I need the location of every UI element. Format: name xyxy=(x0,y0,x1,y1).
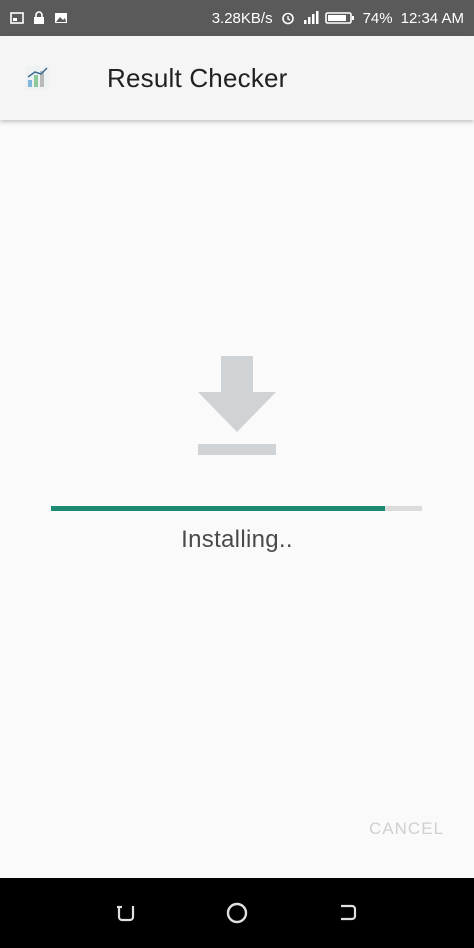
status-bar-right: 3.28KB/s 74% 12:34 AM xyxy=(212,10,464,27)
alarm-icon xyxy=(281,11,295,25)
navigation-bar xyxy=(0,878,474,948)
recents-icon[interactable] xyxy=(111,898,141,928)
app-logo-icon xyxy=(22,63,52,93)
cancel-button[interactable]: CANCEL xyxy=(369,815,444,843)
app-bar: Result Checker xyxy=(0,36,474,120)
battery-icon xyxy=(324,11,355,25)
install-status-text: Installing.. xyxy=(181,526,293,553)
install-progress-bar xyxy=(51,506,422,511)
status-bar: 3.28KB/s 74% 12:34 AM xyxy=(0,0,474,36)
download-icon xyxy=(196,356,278,458)
image-icon xyxy=(54,11,68,25)
install-progress-fill xyxy=(51,506,385,511)
signal-icon xyxy=(303,11,319,25)
battery-level: 74% xyxy=(362,9,393,27)
network-speed: 3.28KB/s xyxy=(211,9,273,27)
clock: 12:34 AM xyxy=(400,9,464,27)
home-icon[interactable] xyxy=(222,898,252,928)
screen-cast-icon xyxy=(10,11,24,25)
status-bar-left xyxy=(10,11,68,25)
app-title: Result Checker xyxy=(107,62,288,93)
back-icon[interactable] xyxy=(333,898,363,928)
install-panel: Installing.. CANCEL xyxy=(0,122,474,878)
lock-icon xyxy=(32,11,46,25)
